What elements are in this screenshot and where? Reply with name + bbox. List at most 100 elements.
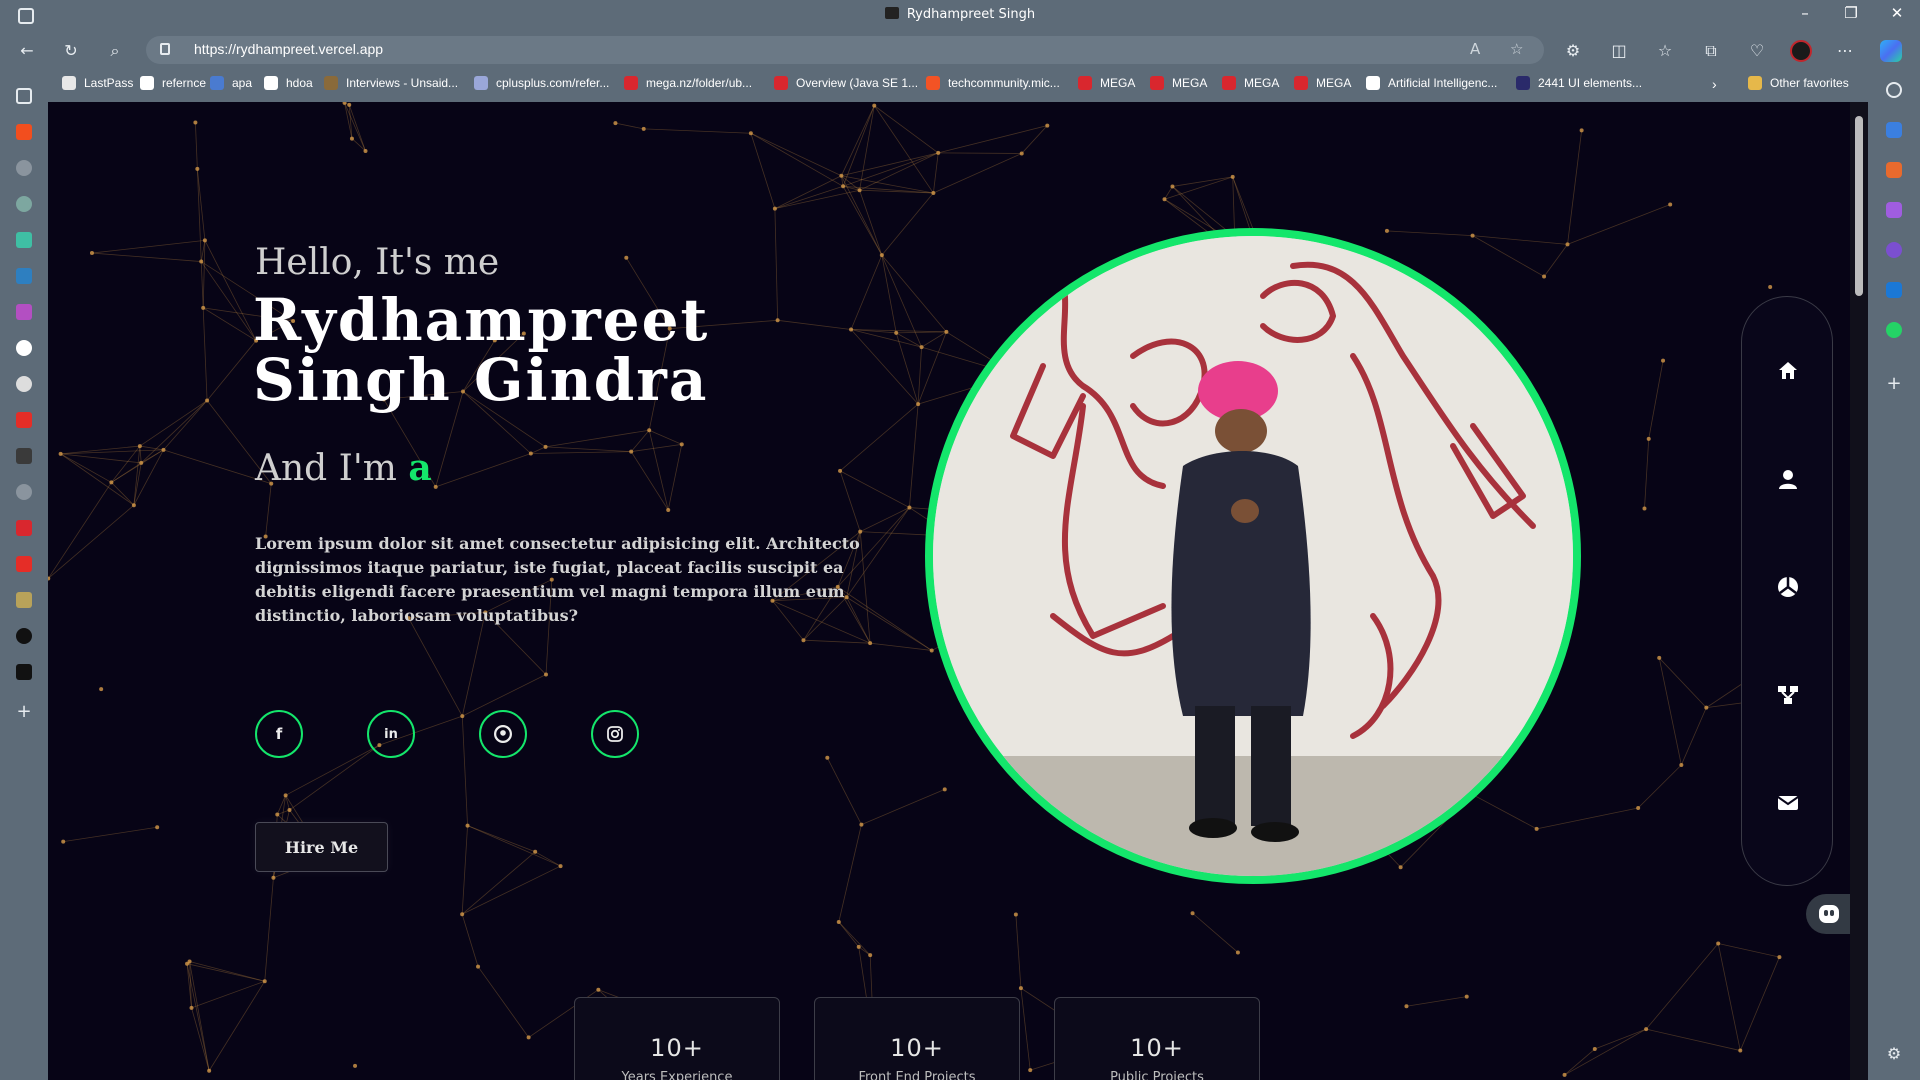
network-line xyxy=(204,240,257,341)
office-icon[interactable] xyxy=(1886,242,1902,258)
network-node xyxy=(271,875,276,880)
scrollbar-thumb[interactable] xyxy=(1855,116,1863,296)
favorite-item[interactable]: mega.nz/folder/ub... xyxy=(624,76,752,90)
network-line xyxy=(839,403,919,472)
games-icon[interactable] xyxy=(1886,202,1902,218)
app-icon[interactable] xyxy=(16,628,32,644)
hire-me-button[interactable]: Hire Me xyxy=(255,822,388,872)
app-icon[interactable] xyxy=(16,268,32,284)
network-node xyxy=(838,468,843,473)
github-link[interactable] xyxy=(479,710,527,758)
favorite-item[interactable]: MEGA xyxy=(1294,76,1351,90)
youtube-icon[interactable] xyxy=(16,556,32,572)
favorite-item[interactable]: Overview (Java SE 1... xyxy=(774,76,918,90)
network-node xyxy=(647,428,652,433)
network-node xyxy=(748,131,753,136)
network-line xyxy=(461,825,468,915)
favorite-item[interactable]: apa xyxy=(210,76,252,90)
favorite-label: apa xyxy=(232,76,253,90)
google-icon[interactable] xyxy=(16,340,32,356)
favorite-item[interactable]: MEGA xyxy=(1078,76,1135,90)
mail-icon[interactable] xyxy=(1776,791,1800,815)
read-aloud-icon[interactable]: A xyxy=(1470,40,1480,58)
github-icon[interactable] xyxy=(16,484,32,500)
add-icon[interactable]: + xyxy=(16,703,32,721)
google-icon[interactable] xyxy=(16,376,32,392)
chat-widget-button[interactable] xyxy=(1806,894,1850,934)
github-icon[interactable] xyxy=(16,160,32,176)
restore-button[interactable]: ❐ xyxy=(1836,4,1866,22)
network-line xyxy=(264,877,274,982)
chatgpt-icon[interactable] xyxy=(16,196,32,212)
other-favorites[interactable]: Other favorites xyxy=(1748,76,1849,90)
favorite-item[interactable]: cplusplus.com/refer... xyxy=(474,76,609,90)
copilot-icon[interactable] xyxy=(1880,40,1902,62)
mega-icon xyxy=(624,76,638,90)
favorite-item[interactable]: refernce xyxy=(140,76,206,90)
favorite-item[interactable]: 2441 UI elements... xyxy=(1516,76,1642,90)
favorite-item[interactable]: hdoa xyxy=(264,76,313,90)
window-title-text: Rydhampreet Singh xyxy=(906,7,1036,22)
stat-card: 10+ Years Experience xyxy=(574,997,780,1080)
app-icon[interactable] xyxy=(16,304,32,320)
favorite-item[interactable]: MEGA xyxy=(1150,76,1207,90)
home-icon[interactable] xyxy=(1776,359,1800,383)
tag-icon[interactable] xyxy=(1886,122,1902,138)
network-node xyxy=(641,126,646,131)
whatsapp-icon[interactable] xyxy=(1886,322,1902,338)
page-icon xyxy=(62,76,76,90)
sidebar-tab-icon[interactable] xyxy=(16,88,32,104)
network-line xyxy=(461,865,561,915)
app-icon[interactable] xyxy=(16,592,32,608)
favorite-label: MEGA xyxy=(1316,76,1352,90)
projects-icon[interactable] xyxy=(1776,683,1800,707)
add-icon[interactable]: + xyxy=(1886,375,1902,393)
extensions-button[interactable]: ⚙ xyxy=(1562,40,1584,62)
close-button[interactable]: ✕ xyxy=(1882,4,1912,22)
briefcase-icon[interactable] xyxy=(16,664,32,680)
refresh-button[interactable]: ↻ xyxy=(60,40,82,62)
app-icon[interactable] xyxy=(16,520,32,536)
favorite-item[interactable]: techcommunity.mic... xyxy=(926,76,1060,90)
skills-icon[interactable] xyxy=(1776,575,1800,599)
network-node xyxy=(1565,242,1570,247)
instagram-link[interactable] xyxy=(591,710,639,758)
split-screen-button[interactable]: ◫ xyxy=(1608,40,1630,62)
favorite-item[interactable]: Artificial Intelligenc... xyxy=(1366,76,1497,90)
app-icon[interactable] xyxy=(16,232,32,248)
youtube-icon[interactable] xyxy=(16,412,32,428)
outlook-icon[interactable] xyxy=(1886,282,1902,298)
network-line xyxy=(1172,176,1233,187)
search-button[interactable]: ⌕ xyxy=(104,40,126,62)
favorite-item[interactable]: LastPass xyxy=(62,76,133,90)
more-button[interactable]: ⋯ xyxy=(1834,40,1856,62)
figma-icon[interactable] xyxy=(16,124,32,140)
address-bar[interactable]: https://rydhampreet.vercel.app A ☆ xyxy=(146,36,1544,64)
app-icon[interactable] xyxy=(16,448,32,464)
tools-icon[interactable] xyxy=(1886,162,1902,178)
network-node xyxy=(624,255,629,260)
favorites-button[interactable]: ☆ xyxy=(1654,40,1676,62)
search-icon[interactable] xyxy=(1886,82,1902,98)
network-line xyxy=(208,980,266,1071)
user-icon[interactable] xyxy=(1776,467,1800,491)
network-node xyxy=(839,173,844,178)
favorite-star-icon[interactable]: ☆ xyxy=(1510,40,1523,58)
network-line xyxy=(838,921,860,948)
favorite-item[interactable]: Interviews - Unsaid... xyxy=(324,76,458,90)
network-line xyxy=(938,125,1048,154)
favorite-item[interactable]: MEGA xyxy=(1222,76,1279,90)
profile-avatar[interactable] xyxy=(1790,40,1812,62)
minimize-button[interactable]: – xyxy=(1790,4,1820,22)
back-button[interactable]: ← xyxy=(16,40,38,62)
network-node xyxy=(99,687,104,692)
facebook-link[interactable]: f xyxy=(255,710,303,758)
linkedin-link[interactable]: in xyxy=(367,710,415,758)
settings-icon[interactable]: ⚙ xyxy=(1886,1046,1902,1062)
browser-essentials-button[interactable]: ♡ xyxy=(1746,40,1768,62)
favorites-more-chevron[interactable]: › xyxy=(1712,76,1717,92)
collections-button[interactable]: ⧉ xyxy=(1700,40,1722,62)
network-node xyxy=(1019,151,1024,156)
page-scrollbar[interactable] xyxy=(1850,102,1868,1080)
network-line xyxy=(461,716,468,826)
